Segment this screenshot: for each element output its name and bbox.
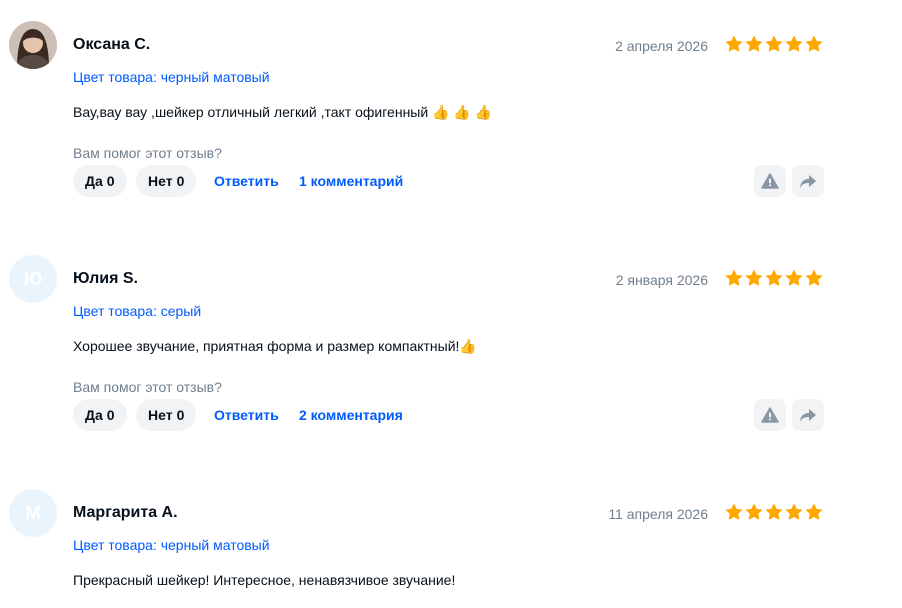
share-arrow-icon	[800, 409, 816, 422]
vote-yes-label: Да	[85, 407, 103, 423]
star-icon	[745, 35, 763, 53]
star-icon	[765, 269, 783, 287]
rating-stars	[725, 35, 823, 53]
review-author: Юлия S.	[73, 270, 138, 287]
star-icon	[745, 503, 763, 521]
star-icon	[725, 503, 743, 521]
vote-yes-count: 0	[106, 173, 115, 189]
comments-link[interactable]: 1 комментарий	[299, 172, 403, 190]
vote-yes-count: 0	[106, 407, 115, 423]
star-icon	[725, 35, 743, 53]
helpful-prompt: Вам помог этот отзыв?	[73, 379, 222, 395]
review-text: Вау,вау вау ,шейкер отличный легкий ,так…	[73, 104, 493, 120]
star-icon	[765, 503, 783, 521]
avatar-letter: М	[25, 502, 41, 523]
rating-stars	[725, 269, 823, 287]
share-button[interactable]	[792, 165, 824, 197]
review-text: Прекрасный шейкер! Интересное, ненавязчи…	[73, 572, 456, 588]
review-text: Хорошее звучание, приятная форма и разме…	[73, 338, 477, 354]
vote-no-button[interactable]: Нет 0	[136, 399, 197, 431]
star-icon	[785, 35, 803, 53]
vote-no-label: Нет	[148, 173, 173, 189]
vote-no-count: 0	[176, 407, 185, 423]
product-variant: Цвет товара: черный матовый	[73, 537, 270, 553]
share-button[interactable]	[792, 399, 824, 431]
star-icon	[725, 269, 743, 287]
vote-yes-button[interactable]: Да 0	[73, 165, 127, 197]
review-author: Оксана С.	[73, 36, 151, 53]
vote-no-count: 0	[176, 173, 185, 189]
star-icon	[805, 269, 823, 287]
star-icon	[785, 269, 803, 287]
helpful-prompt: Вам помог этот отзыв?	[73, 145, 222, 161]
avatar[interactable]	[9, 21, 57, 69]
vote-no-label: Нет	[148, 407, 173, 423]
star-icon	[785, 503, 803, 521]
avatar-letter: Ю	[23, 268, 43, 289]
report-button[interactable]	[754, 399, 786, 431]
review-date: 2 января 2026	[615, 272, 708, 288]
comments-link[interactable]: 2 комментария	[299, 406, 403, 424]
avatar-photo-icon	[9, 21, 57, 69]
star-icon	[765, 35, 783, 53]
alert-triangle-icon	[761, 407, 779, 423]
star-icon	[805, 35, 823, 53]
avatar[interactable]: М	[9, 489, 57, 537]
review-date: 2 апреля 2026	[615, 38, 708, 54]
report-button[interactable]	[754, 165, 786, 197]
rating-stars	[725, 503, 823, 521]
vote-yes-button[interactable]: Да 0	[73, 399, 127, 431]
reply-link[interactable]: Ответить	[214, 406, 279, 424]
vote-yes-label: Да	[85, 173, 103, 189]
star-icon	[745, 269, 763, 287]
star-icon	[805, 503, 823, 521]
avatar[interactable]: Ю	[9, 255, 57, 303]
product-variant: Цвет товара: черный матовый	[73, 69, 270, 85]
vote-no-button[interactable]: Нет 0	[136, 165, 197, 197]
reply-link[interactable]: Ответить	[214, 172, 279, 190]
review-author: Маргарита А.	[73, 504, 178, 521]
review-date: 11 апреля 2026	[608, 506, 708, 522]
product-variant: Цвет товара: серый	[73, 303, 202, 319]
share-arrow-icon	[800, 175, 816, 188]
alert-triangle-icon	[761, 173, 779, 189]
